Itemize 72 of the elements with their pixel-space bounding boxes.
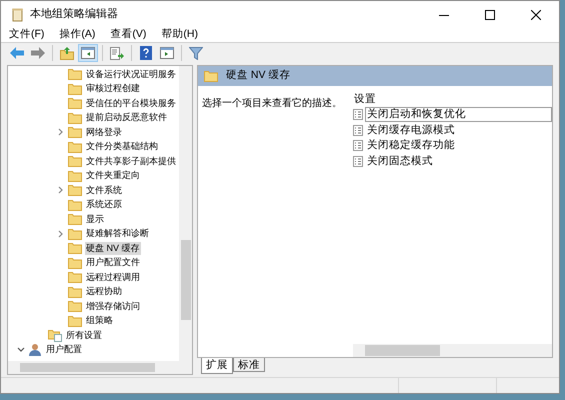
chevron-down-icon[interactable] [17,346,25,353]
tree-item[interactable]: 硬盘 NV 缓存 [85,242,141,255]
folder-icon [68,314,82,327]
folder-icon [68,68,82,80]
tree-item[interactable]: 增强存储访问 [85,300,141,313]
policy-document-icon [353,124,363,136]
folder-icon [68,198,82,211]
export-list-icon[interactable] [107,44,127,62]
vertical-scrollbar[interactable] [179,66,192,361]
tree-item[interactable]: 用户配置 [45,343,83,356]
view-tab[interactable]: 扩展 [201,358,233,374]
tree-item[interactable]: 设备运行状况证明服务 [85,68,177,81]
folder-icon [68,256,82,269]
forward-arrow-icon[interactable] [28,44,48,62]
folder-icon [68,242,82,254]
folder-document-icon [48,328,62,342]
tree-item[interactable]: 网络登录 [85,126,123,139]
scroll-document-icon [11,8,24,22]
window-title: 本地组策略编辑器 [30,7,118,22]
tree-item[interactable]: 受信任的平台模块服务 [85,96,177,110]
chevron-right-icon[interactable] [58,230,64,238]
action-pane-icon[interactable] [157,44,177,62]
folder-icon [68,213,82,226]
folder-icon [68,170,82,182]
folder-icon [68,155,82,168]
tree-item[interactable]: 所有设置 [65,328,103,342]
tree-pane-icon[interactable] [78,44,98,62]
horizontal-scrollbar[interactable] [353,344,552,357]
description-text: 选择一个项目来查看它的描述。 [202,98,342,109]
tree-item[interactable]: 远程协助 [85,285,123,298]
folder-icon [68,126,82,138]
policy-document-icon [353,156,363,167]
tree-item[interactable]: 文件分类基础结构 [85,140,159,154]
folder-icon [68,271,82,284]
policy-item[interactable]: 关闭固态模式 [365,154,552,169]
folder-icon [68,140,82,153]
menu-item[interactable]: 帮助(H) [159,27,200,43]
tree-item[interactable]: 组策略 [85,314,114,328]
chevron-right-icon[interactable] [58,186,64,194]
policy-item[interactable]: 关闭稳定缓存功能 [365,138,552,154]
column-header: 设置 [353,92,377,107]
folder-icon [68,184,82,196]
tree-item[interactable]: 远程过程调用 [85,270,141,284]
policy-document-icon [353,109,363,120]
policy-item[interactable]: 关闭缓存电源模式 [365,122,552,138]
tree-item[interactable]: 用户配置文件 [85,256,141,270]
menu-item[interactable]: 文件(F) [7,27,46,43]
tree-item[interactable]: 文件夹重定向 [85,169,141,182]
menu-item[interactable]: 查看(V) [108,27,148,43]
tree-item[interactable]: 文件系统 [85,184,123,197]
folder-icon [68,286,82,298]
folder-icon [68,228,82,240]
tree-item[interactable]: 提前启动反恶意软件 [85,111,168,124]
view-tab[interactable]: 标准 [233,358,265,372]
folder-icon [68,97,82,110]
tree-item[interactable]: 显示 [85,212,105,226]
menu-item[interactable]: 操作(A) [57,27,98,43]
folder-icon [68,112,82,124]
folder-up-icon[interactable] [57,44,77,62]
tree-item[interactable]: 文件共享影子副本提供 [85,154,177,168]
policy-item[interactable]: 关闭启动和恢复优化 [365,107,552,122]
folder-icon [68,82,82,95]
tree-item[interactable]: 系统还原 [85,198,123,212]
tree-item[interactable]: 审核过程创建 [85,82,141,96]
tree-item[interactable]: 疑难解答和诊断 [85,227,150,240]
folder-icon [68,300,82,312]
policy-document-icon [353,140,363,152]
chevron-right-icon[interactable] [58,128,64,136]
user-icon [28,343,42,356]
folder-icon [204,70,218,82]
horizontal-scrollbar[interactable] [8,361,192,374]
header-title: 硬盘 NV 缓存 [226,68,290,84]
